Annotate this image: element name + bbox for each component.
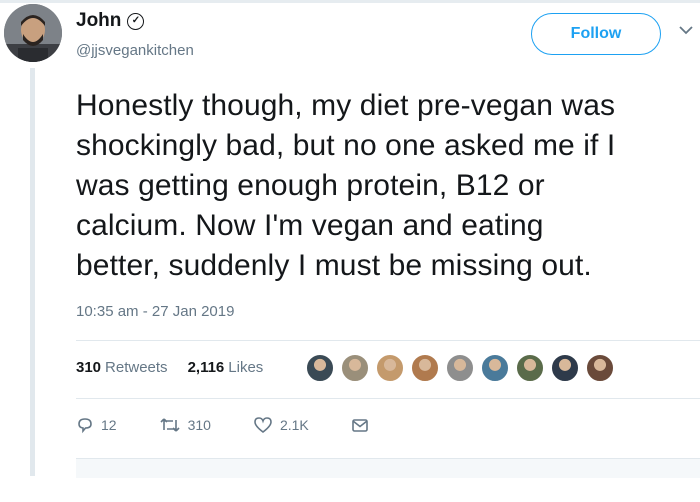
divider [76,398,700,399]
like-button[interactable]: 2.1K [253,416,309,434]
tweet-line: was getting enough protein, B12 or [76,169,545,202]
like-count: 2.1K [279,417,309,433]
liker-avatar[interactable] [375,353,405,383]
action-bar: 12 310 2.1K [76,416,411,434]
retweet-button[interactable]: 310 [159,416,211,434]
liker-avatar[interactable] [410,353,440,383]
likes-count[interactable]: 2,116 [188,359,225,376]
liker-avatar[interactable] [305,353,335,383]
liker-avatar[interactable] [515,353,545,383]
heart-icon [254,417,272,434]
divider [76,340,700,341]
bottom-strip [0,478,700,502]
envelope-icon [351,419,368,432]
liker-avatar[interactable] [340,353,370,383]
reply-box[interactable] [76,458,700,479]
liker-avatar[interactable] [550,353,580,383]
retweets-label[interactable]: Retweets [105,359,168,376]
liker-avatar[interactable] [585,353,615,383]
author-handle[interactable]: @jjsvegankitchen [76,42,194,59]
follow-button[interactable]: Follow [531,13,661,55]
liker-avatar[interactable] [445,353,475,383]
retweet-count: 310 [187,417,211,433]
reply-button[interactable]: 12 [76,416,117,434]
thread-line [30,68,35,476]
author-name[interactable]: John [76,10,121,32]
author-name-row[interactable]: John ✓ [76,10,145,32]
avatar[interactable] [4,4,62,62]
verified-icon: ✓ [127,12,145,30]
tweet-text: Honestly though, my diet pre-vegan was s… [76,86,696,286]
liker-avatar[interactable] [480,353,510,383]
tweet-timestamp[interactable]: 10:35 am - 27 Jan 2019 [76,303,234,320]
retweet-icon [160,418,180,432]
tweet-line: calcium. Now I'm vegan and eating [76,209,544,242]
tweet-line: better, suddenly I must be missing out. [76,249,592,282]
engagement-stats: 310 Retweets 2,116 Likes [76,359,263,376]
likes-label[interactable]: Likes [228,359,263,376]
tweet-line: shockingly bad, but no one asked me if I [76,129,616,162]
tweet-line: Honestly though, my diet pre-vegan was [76,89,616,122]
retweets-count[interactable]: 310 [76,359,101,376]
reply-icon [78,418,92,434]
liker-avatars [305,353,615,383]
chevron-down-icon[interactable] [679,22,693,40]
message-button[interactable] [351,417,369,433]
reply-count: 12 [101,417,117,433]
top-border [0,0,700,3]
